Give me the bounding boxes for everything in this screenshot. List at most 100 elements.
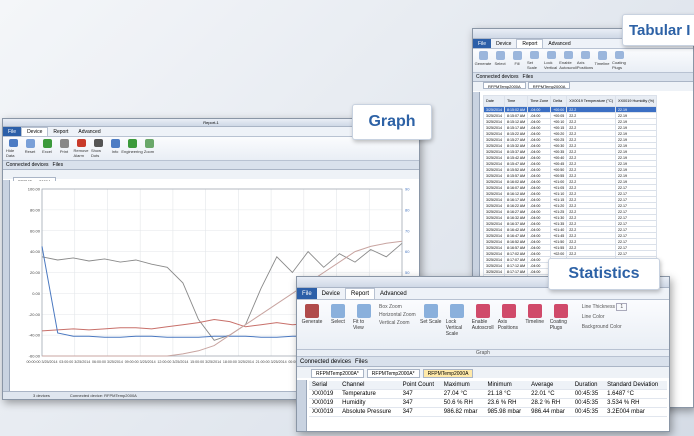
column-header[interactable]: Minimum — [484, 381, 529, 390]
menu-advanced[interactable]: Advanced — [73, 127, 105, 136]
ribbon-button[interactable]: Enable Autoscroll — [559, 51, 577, 70]
ribbon-button[interactable]: Engineering — [121, 139, 143, 158]
horizontal-zoom-option[interactable]: Horizontal Zoom — [379, 312, 416, 318]
menu-file[interactable]: File — [473, 39, 492, 48]
menu-device[interactable]: Device — [317, 288, 345, 299]
tab-files[interactable]: Files — [53, 162, 64, 168]
ribbon-button[interactable]: Axis Positions — [576, 51, 594, 70]
table-cell: 985.98 mbar — [484, 407, 529, 417]
table-cell: Humidity — [339, 398, 400, 408]
ribbon-button[interactable]: Axis Positions — [498, 304, 520, 345]
ribbon-button[interactable]: Remove Alarm — [74, 139, 88, 158]
ribbon-button[interactable]: Generate — [475, 51, 491, 70]
ribbon-button[interactable]: Zoom — [142, 139, 156, 158]
table-row[interactable]: XX0019 Humidity 347 50.6 % RH 23.6 % RH 28.2 … — [309, 398, 667, 408]
ribbon-button-label: Set Scale — [419, 319, 442, 325]
column-header[interactable]: Maximum — [440, 381, 485, 390]
menu-device[interactable]: Device — [21, 127, 49, 136]
ribbon-button[interactable]: Enable Autoscroll — [472, 304, 494, 345]
ribbon-button-icon — [144, 139, 154, 148]
table-row[interactable]: XX0019 Absolute Pressure 347 986.82 mbar 985… — [309, 407, 667, 417]
tab-connected-devices[interactable]: Connected devices — [476, 74, 519, 80]
ribbon-button[interactable]: Fit to View — [353, 304, 375, 345]
tab-files[interactable]: Files — [523, 74, 534, 80]
doc-tab[interactable]: RFPMTemp2000A — [483, 82, 526, 89]
ribbon-button[interactable]: Coating Plugs — [550, 304, 572, 345]
ribbon-button[interactable]: Set Scale — [527, 51, 541, 70]
ribbon-button[interactable]: Timeline — [524, 304, 546, 345]
ribbon-button[interactable]: Fill — [510, 51, 524, 70]
subtabs: Connected devices Files — [297, 357, 669, 367]
ribbon-button[interactable]: Select — [493, 51, 507, 70]
side-panel[interactable] — [297, 380, 307, 431]
ribbon-button-icon — [449, 304, 464, 318]
y-left-tick: 100.00 — [28, 187, 41, 192]
menu-advanced[interactable]: Advanced — [375, 288, 412, 299]
ribbon-button[interactable]: Set Scale — [420, 304, 442, 345]
column-header[interactable]: Serial — [309, 381, 340, 390]
ribbon-button-label: Axis Positions — [576, 60, 594, 70]
ribbon-button[interactable]: Lock Vertical Scale — [446, 304, 468, 345]
side-panel[interactable] — [3, 180, 10, 391]
ribbon-button[interactable]: Select — [327, 304, 349, 345]
menu-device[interactable]: Device — [491, 39, 516, 48]
vertical-zoom-option[interactable]: Vertical Zoom — [379, 320, 416, 326]
ribbon-button-icon — [512, 51, 522, 60]
column-header[interactable]: Point Count — [399, 381, 441, 390]
doc-tab[interactable]: RFPMTemp2000A* — [366, 369, 420, 378]
column-header[interactable]: Time Zone — [527, 95, 552, 107]
ribbon-button[interactable]: Timeline — [595, 51, 609, 70]
menu-file[interactable]: File — [297, 288, 317, 299]
column-header[interactable]: Average — [528, 381, 572, 390]
column-header[interactable]: Time — [503, 95, 529, 107]
column-header[interactable]: XX0019 Humidity (%) — [614, 95, 658, 107]
ribbon-button-icon — [546, 51, 556, 59]
x-tick: 00:00:00 3/25/2014 — [27, 360, 58, 364]
column-header[interactable]: Delta — [550, 95, 568, 107]
menu-advanced[interactable]: Advanced — [543, 39, 575, 48]
line-thickness-control[interactable]: Line Thickness 1 — [582, 303, 628, 311]
line-style-group: Line Thickness 1 Line Color Background C… — [582, 303, 628, 345]
doc-tab[interactable]: RFPMTemp2000A* — [311, 369, 364, 378]
column-header[interactable]: Standard Deviation — [604, 381, 667, 390]
ribbon-button-label: Set Scale — [527, 60, 538, 70]
ribbon-button[interactable]: Coating Plugs — [612, 51, 626, 70]
menu-report[interactable]: Report — [516, 39, 544, 48]
table-row[interactable]: XX0019 Temperature 347 27.04 °C 21.18 °C 22.0… — [309, 389, 667, 399]
ribbon-button[interactable]: Show Dots — [91, 139, 105, 158]
background-color-control[interactable]: Background Color — [582, 324, 627, 330]
ribbon-button-icon — [25, 139, 35, 148]
tab-connected-devices[interactable]: Connected devices — [300, 359, 351, 365]
ribbon-button[interactable]: Info — [108, 139, 122, 158]
ribbon-button[interactable]: Reset — [23, 139, 37, 158]
ribbon-button-label: Coating Plugs — [549, 319, 567, 331]
statistics-window: File Device Report Advanced Generate Sele… — [296, 276, 670, 432]
ribbon-button-label: Show Dots — [91, 148, 102, 158]
doc-tab-active[interactable]: RFPMTemp2000A — [422, 369, 474, 378]
ribbon-button[interactable]: Hide Data — [6, 139, 20, 158]
ribbon-button-label: Fit to View — [353, 319, 365, 331]
box-zoom-option[interactable]: Box Zoom — [379, 304, 416, 310]
ribbon-button[interactable]: Print — [57, 139, 71, 158]
ribbon-button-label: Select — [331, 319, 345, 325]
menu-report[interactable]: Report — [345, 288, 376, 299]
column-header[interactable]: Channel — [339, 381, 400, 390]
menu-report[interactable]: Report — [48, 127, 73, 136]
column-header[interactable]: Date — [483, 95, 505, 107]
doc-tab[interactable]: RFPMTemp2000A — [527, 82, 571, 89]
table-cell: 347 — [399, 407, 441, 417]
ribbon-button-icon — [614, 51, 624, 59]
table-cell: 27.04 °C — [440, 389, 485, 399]
ribbon-button[interactable]: Lock Vertical — [544, 51, 558, 70]
line-color-control[interactable]: Line Color — [582, 314, 627, 320]
column-header[interactable]: XX0019 Temperature (°C) — [566, 95, 616, 107]
ribbon-button[interactable]: Excel — [40, 139, 54, 158]
tab-files[interactable]: Files — [355, 359, 368, 365]
tab-connected-devices[interactable]: Connected devices — [6, 162, 49, 168]
ribbon-button[interactable]: Generate — [301, 304, 323, 345]
table-cell: 00:45:35 — [571, 389, 605, 399]
column-header[interactable]: Duration — [571, 381, 605, 390]
table-cell: 986.82 mbar — [440, 407, 485, 417]
menu-file[interactable]: File — [3, 127, 22, 136]
ribbon-button-icon — [42, 139, 52, 148]
